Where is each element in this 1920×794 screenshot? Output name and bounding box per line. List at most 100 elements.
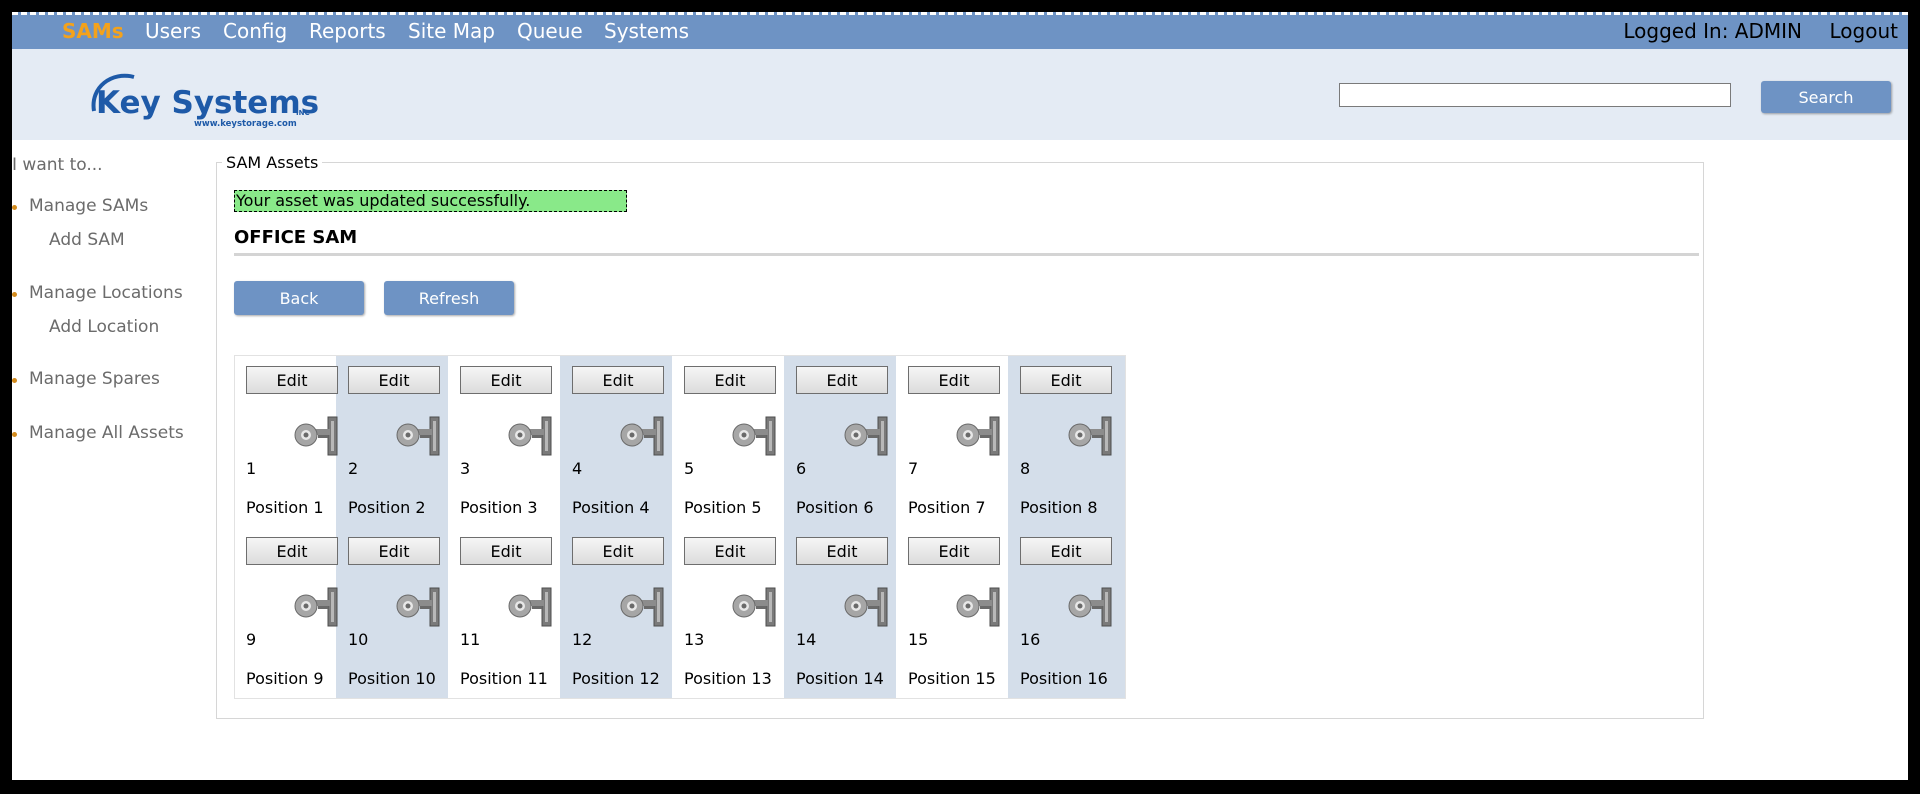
position-number: 8 — [1020, 459, 1031, 478]
position-name: Position 8 — [1020, 498, 1098, 517]
key-icon — [618, 586, 664, 628]
top-nav-bar: SAMs Users Config Reports Site Map Queue… — [12, 12, 1908, 49]
edit-button[interactable]: Edit — [460, 537, 552, 565]
key-icon — [1066, 586, 1112, 628]
logout-link[interactable]: Logout — [1830, 19, 1898, 43]
position-name: Position 13 — [684, 669, 772, 688]
bullet-icon — [12, 205, 17, 210]
position-cell: Edit 4 Position 4 — [560, 355, 672, 526]
sidebar-item-manage-spares[interactable]: Manage Spares — [29, 369, 160, 389]
key-icon — [394, 586, 440, 628]
position-name: Position 12 — [572, 669, 660, 688]
app-window: SAMs Users Config Reports Site Map Queue… — [12, 12, 1908, 780]
title-divider — [234, 253, 1699, 256]
position-name: Position 11 — [460, 669, 548, 688]
position-number: 1 — [246, 459, 257, 478]
edit-button[interactable]: Edit — [796, 366, 888, 394]
position-number: 14 — [796, 630, 817, 649]
key-systems-logo: Key Systems INC www.keystorage.com — [91, 73, 319, 129]
edit-button[interactable]: Edit — [796, 537, 888, 565]
position-cell: Edit 15 Position 15 — [896, 526, 1008, 697]
position-name: Position 4 — [572, 498, 650, 517]
key-icon — [506, 586, 552, 628]
edit-button[interactable]: Edit — [908, 366, 1000, 394]
position-cell: Edit 14 Position 14 — [784, 526, 896, 697]
sidebar-item-add-location[interactable]: Add Location — [49, 317, 159, 337]
position-name: Position 10 — [348, 669, 436, 688]
search-input[interactable] — [1339, 83, 1731, 107]
position-name: Position 9 — [246, 669, 324, 688]
edit-button[interactable]: Edit — [1020, 366, 1112, 394]
edit-button[interactable]: Edit — [460, 366, 552, 394]
position-number: 11 — [460, 630, 481, 649]
key-icon — [730, 586, 776, 628]
logo-url: www.keystorage.com — [194, 119, 297, 129]
nav-reports[interactable]: Reports — [309, 19, 386, 43]
edit-button[interactable]: Edit — [908, 537, 1000, 565]
position-cell: Edit 7 Position 7 — [896, 355, 1008, 526]
panel-legend: SAM Assets — [222, 153, 323, 172]
edit-button[interactable]: Edit — [246, 537, 338, 565]
edit-button[interactable]: Edit — [348, 537, 440, 565]
position-number: 15 — [908, 630, 929, 649]
sidebar-item-manage-all-assets[interactable]: Manage All Assets — [29, 423, 184, 443]
position-cell: Edit 3 Position 3 — [448, 355, 560, 526]
edit-button[interactable]: Edit — [684, 537, 776, 565]
position-cell: Edit 13 Position 13 — [672, 526, 784, 697]
key-icon — [842, 586, 888, 628]
success-message: Your asset was updated successfully. — [234, 190, 627, 212]
key-icon — [730, 415, 776, 457]
edit-button[interactable]: Edit — [1020, 537, 1112, 565]
position-cell: Edit 6 Position 6 — [784, 355, 896, 526]
search-button[interactable]: Search — [1761, 81, 1891, 113]
sidebar-item-manage-locations[interactable]: Manage Locations — [29, 283, 183, 303]
position-name: Position 14 — [796, 669, 884, 688]
nav-config[interactable]: Config — [223, 19, 287, 43]
nav-site-map[interactable]: Site Map — [408, 19, 495, 43]
key-icon — [506, 415, 552, 457]
position-cell: Edit 12 Position 12 — [560, 526, 672, 697]
header-band: Key Systems INC www.keystorage.com Searc… — [12, 49, 1908, 140]
sidebar-item-manage-sams[interactable]: Manage SAMs — [29, 196, 148, 216]
sidebar-item-add-sam[interactable]: Add SAM — [49, 230, 125, 250]
key-icon — [618, 415, 664, 457]
key-icon — [954, 586, 1000, 628]
key-icon — [1066, 415, 1112, 457]
position-cell: Edit 1 Position 1 — [234, 355, 346, 526]
nav-queue[interactable]: Queue — [517, 19, 583, 43]
position-number: 12 — [572, 630, 593, 649]
position-number: 2 — [348, 459, 359, 478]
nav-systems[interactable]: Systems — [604, 19, 689, 43]
key-icon — [292, 415, 338, 457]
position-number: 3 — [460, 459, 471, 478]
position-name: Position 16 — [1020, 669, 1108, 688]
edit-button[interactable]: Edit — [246, 366, 338, 394]
logo-text: Key Systems — [96, 85, 319, 121]
logo-inc: INC — [296, 109, 310, 117]
bullet-icon — [12, 292, 17, 297]
nav-users[interactable]: Users — [145, 19, 201, 43]
logged-in-status: Logged In: ADMIN — [1623, 19, 1802, 43]
key-icon — [842, 415, 888, 457]
edit-button[interactable]: Edit — [572, 537, 664, 565]
position-name: Position 2 — [348, 498, 426, 517]
bullet-icon — [12, 432, 17, 437]
position-cell: Edit 10 Position 10 — [336, 526, 448, 697]
nav-sams[interactable]: SAMs — [62, 19, 124, 43]
position-cell: Edit 2 Position 2 — [336, 355, 448, 526]
edit-button[interactable]: Edit — [348, 366, 440, 394]
key-icon — [394, 415, 440, 457]
back-button[interactable]: Back — [234, 281, 364, 315]
position-number: 5 — [684, 459, 695, 478]
position-name: Position 15 — [908, 669, 996, 688]
key-icon — [954, 415, 1000, 457]
position-number: 9 — [246, 630, 257, 649]
refresh-button[interactable]: Refresh — [384, 281, 514, 315]
position-number: 10 — [348, 630, 369, 649]
position-name: Position 6 — [796, 498, 874, 517]
edit-button[interactable]: Edit — [684, 366, 776, 394]
sam-title: OFFICE SAM — [234, 227, 358, 248]
bullet-icon — [12, 378, 17, 383]
edit-button[interactable]: Edit — [572, 366, 664, 394]
key-icon — [292, 586, 338, 628]
